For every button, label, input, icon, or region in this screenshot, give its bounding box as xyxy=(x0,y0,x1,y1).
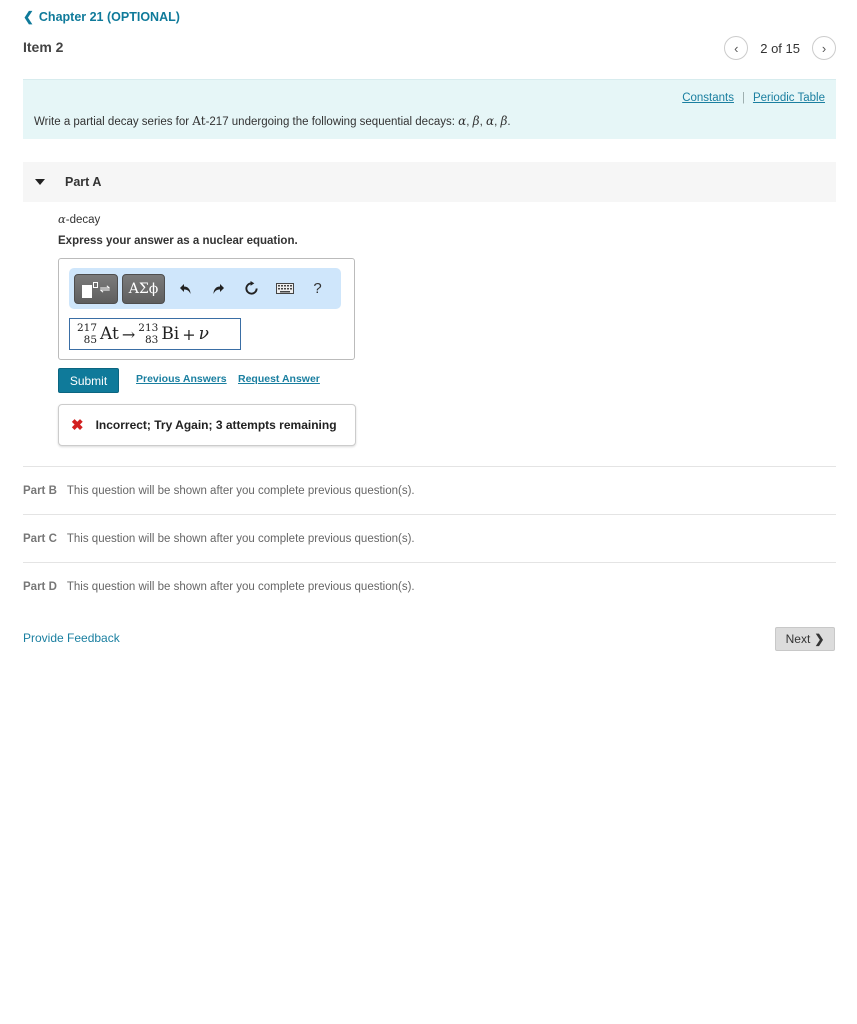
item-pager: ‹ 2 of 15 › xyxy=(724,36,836,60)
answer-instruction: Express your answer as a nuclear equatio… xyxy=(58,235,298,247)
chevron-right-icon: ❯ xyxy=(814,632,825,646)
decay-2: β xyxy=(472,114,480,128)
decay-4: β xyxy=(500,114,508,128)
help-button[interactable]: ? xyxy=(301,274,334,304)
item-count: 2 of 15 xyxy=(760,40,800,56)
resource-links: Constants | Periodic Table xyxy=(682,92,825,104)
product-symbol: Bi xyxy=(161,324,180,344)
decay-suffix: -decay xyxy=(65,214,101,226)
product-mass-number: 213 xyxy=(138,322,159,334)
equilibrium-arrows-icon: ⇌ xyxy=(99,280,111,296)
feedback-message: ✖ Incorrect; Try Again; 3 attempts remai… xyxy=(58,404,356,446)
product-numbers: 213 83 xyxy=(138,322,158,346)
request-answer-link[interactable]: Request Answer xyxy=(238,373,320,385)
part-c-row: Part C This question will be shown after… xyxy=(23,514,836,562)
provide-feedback-link[interactable]: Provide Feedback xyxy=(23,631,120,645)
part-a-header[interactable]: Part A xyxy=(23,162,836,202)
decay-1: α xyxy=(458,114,467,128)
keyboard-icon[interactable] xyxy=(268,274,301,304)
decay-3: α xyxy=(485,114,495,128)
part-c-locked-text: This question will be shown after you co… xyxy=(66,532,415,545)
template-box-icon xyxy=(81,285,92,298)
caret-down-icon xyxy=(35,179,45,185)
answer-input[interactable]: 217 85 At → 213 83 Bi + ν xyxy=(69,318,241,350)
part-c-label: Part C xyxy=(23,532,57,545)
reaction-arrow: → xyxy=(121,324,136,344)
editor-toolbar: ⇌ ΑΣϕ ? xyxy=(69,268,341,309)
constants-link[interactable]: Constants xyxy=(682,92,734,104)
next-button[interactable]: Next ❯ xyxy=(775,627,835,651)
prompt-text-middle: -217 undergoing the following sequential… xyxy=(205,116,459,128)
superscript-box-icon xyxy=(92,281,98,288)
back-to-chapter-link[interactable]: ❮ Chapter 21 (OPTIONAL) xyxy=(23,9,180,25)
redo-icon[interactable] xyxy=(202,274,235,304)
next-label: Next xyxy=(785,632,811,646)
next-item-button[interactable]: › xyxy=(812,36,836,60)
prompt-text: Write a partial decay series for xyxy=(34,116,193,128)
part-b-label: Part B xyxy=(23,484,57,497)
problem-prompt: Write a partial decay series for At-217 … xyxy=(34,114,511,128)
previous-item-button[interactable]: ‹ xyxy=(724,36,749,60)
part-d-row: Part D This question will be shown after… xyxy=(23,562,836,610)
chevron-left-icon: ‹ xyxy=(734,40,739,56)
greek-symbols-button[interactable]: ΑΣϕ xyxy=(122,273,165,304)
periodic-table-link[interactable]: Periodic Table xyxy=(753,92,825,104)
reactant-symbol: At xyxy=(100,324,119,344)
reactant-mass-number: 217 xyxy=(77,322,98,334)
math-editor: ⇌ ΑΣϕ ? 217 85 At → 213 83 Bi + ν xyxy=(58,258,355,360)
back-link-label: Chapter 21 (OPTIONAL) xyxy=(38,10,180,24)
feedback-text: Incorrect; Try Again; 3 attempts remaini… xyxy=(95,418,337,432)
chevron-left-icon: ❮ xyxy=(23,9,34,24)
reset-icon[interactable] xyxy=(235,274,268,304)
decay-type-label: α-decay xyxy=(58,212,100,226)
plus-sign: + xyxy=(182,324,196,344)
reactant-atomic-number: 85 xyxy=(83,334,98,346)
chevron-right-icon: › xyxy=(821,40,827,56)
alpha-symbol: α xyxy=(58,212,66,226)
product-atomic-number: 83 xyxy=(144,334,159,346)
reactant-numbers: 217 85 xyxy=(77,322,97,346)
problem-intro: Constants | Periodic Table Write a partial… xyxy=(23,79,836,139)
item-title: Item 2 xyxy=(23,39,64,55)
extra-particle: ν xyxy=(198,324,209,344)
undo-icon[interactable] xyxy=(169,274,202,304)
submit-button[interactable]: Submit xyxy=(58,368,119,393)
part-d-label: Part D xyxy=(23,580,57,593)
part-d-locked-text: This question will be shown after you co… xyxy=(66,580,415,593)
part-b-locked-text: This question will be shown after you co… xyxy=(66,484,415,497)
prompt-element: At xyxy=(192,114,206,128)
previous-answers-link[interactable]: Previous Answers xyxy=(136,373,227,385)
link-separator: | xyxy=(741,92,745,104)
incorrect-x-icon: ✖ xyxy=(71,417,84,434)
part-b-row: Part B This question will be shown after… xyxy=(23,466,836,514)
templates-button[interactable]: ⇌ xyxy=(74,273,118,304)
part-a-label: Part A xyxy=(65,175,102,189)
